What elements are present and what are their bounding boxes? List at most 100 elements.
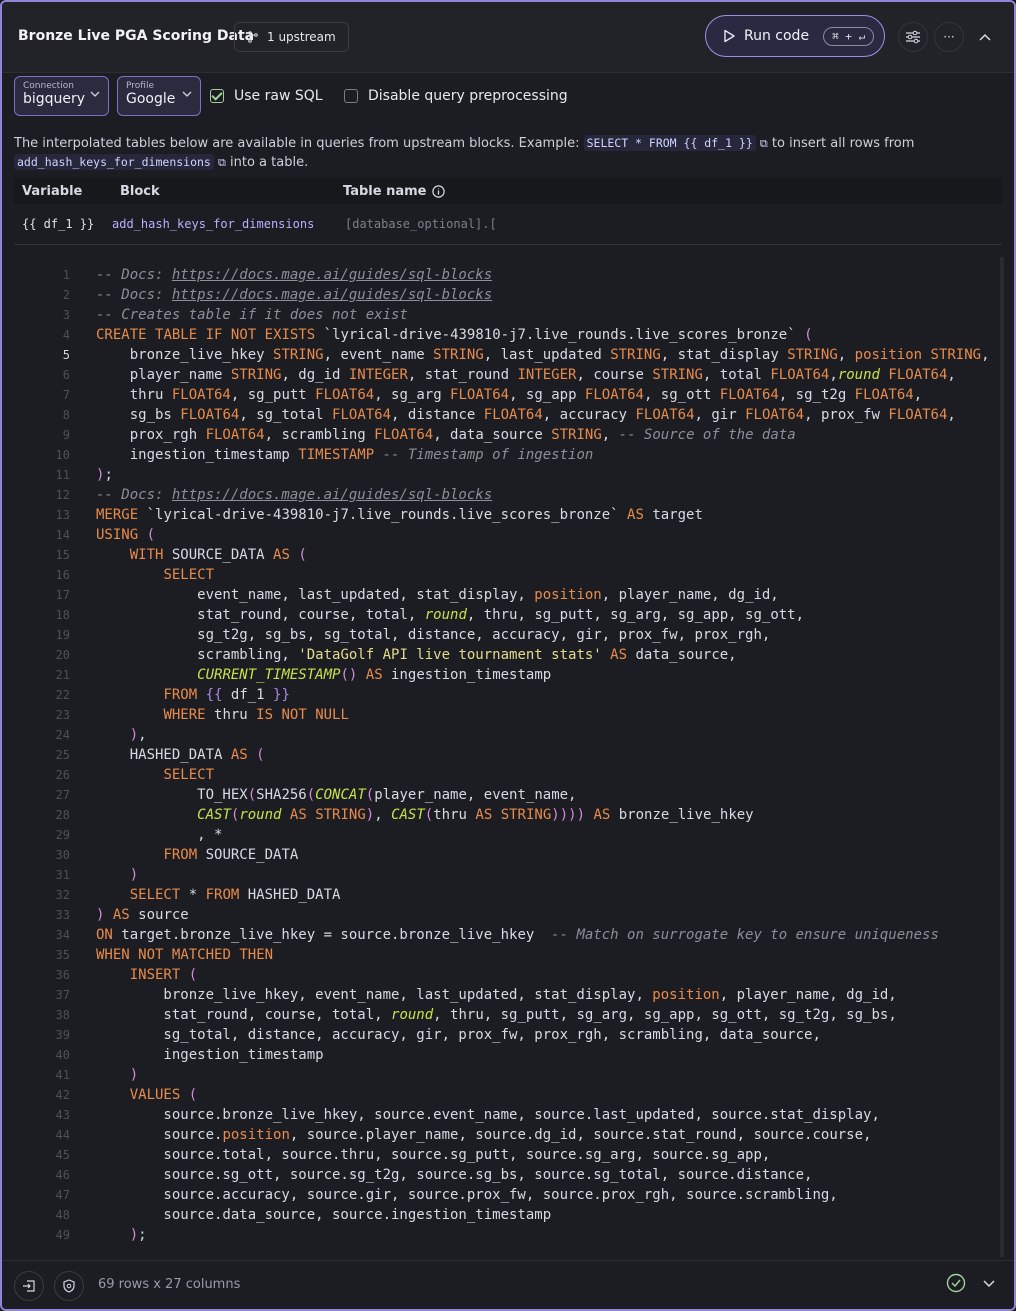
code-text: event_name, last_updated, stat_display, … [96,587,779,603]
exit-button[interactable] [14,1271,44,1301]
code-line[interactable]: 37 bronze_live_hkey, event_name, last_up… [14,985,1006,1005]
run-code-button[interactable]: Run code ⌘ + ↵ [705,15,885,57]
table-row: {{ df_1 }} add_hash_keys_for_dimensions … [14,204,1002,245]
code-text: source.data_source, source.ingestion_tim… [96,1207,552,1223]
code-line[interactable]: 18 stat_round, course, total, round, thr… [14,605,1006,625]
code-line[interactable]: 9 prox_rgh FLOAT64, scrambling FLOAT64, … [14,425,1006,445]
code-line[interactable]: 25 HASHED_DATA AS ( [14,745,1006,765]
code-line[interactable]: 16 SELECT [14,565,1006,585]
code-text: prox_rgh FLOAT64, scrambling FLOAT64, da… [96,427,796,443]
code-line[interactable]: 6 player_name STRING, dg_id INTEGER, sta… [14,365,1006,385]
run-shortcut: ⌘ + ↵ [823,26,875,46]
profile-select[interactable]: Profile Google [117,76,201,116]
copy-icon[interactable]: ⧉ [760,137,768,150]
code-line[interactable]: 24 ), [14,725,1006,745]
line-number: 45 [55,1148,70,1162]
code-line[interactable]: 46 source.sg_ott, source.sg_t2g, source.… [14,1165,1006,1185]
collapse-button[interactable] [970,22,1000,52]
row-table-name-input[interactable]: [database_optional].[ [345,217,497,231]
line-number: 25 [55,748,70,762]
code-line[interactable]: 44 source.position, source.player_name, … [14,1125,1006,1145]
code-line[interactable]: 17 event_name, last_updated, stat_displa… [14,585,1006,605]
column-header-variable: Variable [22,183,83,199]
connection-select[interactable]: Connection bigquery [14,76,109,116]
chevron-down-icon[interactable] [982,1279,996,1288]
code-line[interactable]: 10 ingestion_timestamp TIMESTAMP -- Time… [14,445,1006,465]
info-icon[interactable] [432,184,446,198]
code-line[interactable]: 36 INSERT ( [14,965,1006,985]
code-line[interactable]: 22 FROM {{ df_1 }} [14,685,1006,705]
code-line[interactable]: 23 WHERE thru IS NOT NULL [14,705,1006,725]
code-line[interactable]: 33) AS source [14,905,1006,925]
more-button[interactable]: ··· [934,22,964,52]
code-line[interactable]: 34 ON target.bronze_live_hkey = source.br… [14,925,1006,945]
code-line[interactable]: 43 source.bronze_live_hkey, source.event… [14,1105,1006,1125]
code-line[interactable]: 11); [14,465,1006,485]
code-line[interactable]: 48 source.data_source, source.ingestion_… [14,1205,1006,1225]
code-line[interactable]: 5 bronze_live_hkey STRING, event_name ST… [14,345,1006,365]
line-number: 46 [55,1168,70,1182]
code-line[interactable]: 8 sg_bs FLOAT64, sg_total FLOAT64, dista… [14,405,1006,425]
code-line[interactable]: 38 stat_round, course, total, round, thr… [14,1005,1006,1025]
code-text: TO_HEX(SHA256(CONCAT(player_name, event_… [96,787,577,803]
line-number: 17 [55,588,70,602]
sql-editor[interactable]: 1 -- Docs: https://docs.mage.ai/guides/sq… [14,255,1006,1245]
shield-button[interactable] [54,1271,84,1301]
editor-scrollbar[interactable] [1000,257,1004,1257]
code-line[interactable]: 49 ); [14,1225,1006,1245]
line-number: 22 [55,688,70,702]
code-line[interactable]: 4 CREATE TABLE IF NOT EXISTS `lyrical-dri… [14,325,1006,345]
code-line[interactable]: 47 source.accuracy, source.gir, source.p… [14,1185,1006,1205]
row-block-link[interactable]: add_hash_keys_for_dimensions [112,217,345,231]
info-text-before: The interpolated tables below are availa… [14,136,580,151]
code-line[interactable]: 42 VALUES ( [14,1085,1006,1105]
code-text: -- Creates table if it does not exist [96,307,408,323]
code-line[interactable]: 7 thru FLOAT64, sg_putt FLOAT64, sg_arg … [14,385,1006,405]
code-line[interactable]: 30 FROM SOURCE_DATA [14,845,1006,865]
code-line[interactable]: 13 MERGE `lyrical-drive-439810-j7.live_ro… [14,505,1006,525]
code-line[interactable]: 12 -- Docs: https://docs.mage.ai/guides/s… [14,485,1006,505]
sliders-icon [906,30,920,44]
code-line[interactable]: 31 ) [14,865,1006,885]
code-text: sg_bs FLOAT64, sg_total FLOAT64, distanc… [96,407,956,423]
code-line[interactable]: 2 -- Docs: https://docs.mage.ai/guides/sq… [14,285,1006,305]
upstream-button[interactable]: 1 upstream [234,22,349,52]
code-line[interactable]: 14 USING ( [14,525,1006,545]
copy-icon[interactable]: ⧉ [218,156,226,169]
raw-sql-checkbox[interactable] [210,89,224,103]
code-line[interactable]: 45 source.total, source.thru, source.sg_… [14,1145,1006,1165]
code-text: VALUES ( [129,1087,198,1103]
more-icon: ··· [943,30,955,44]
line-number: 2 [62,288,70,302]
code-line[interactable]: 40 ingestion_timestamp [14,1045,1006,1065]
code-line[interactable]: 29 , * [14,825,1006,845]
code-line[interactable]: 15 WITH SOURCE_DATA AS ( [14,545,1006,565]
settings-button[interactable] [898,22,928,52]
line-number: 26 [55,768,70,782]
code-text: bronze_live_hkey STRING, event_name STRI… [96,347,990,363]
code-line[interactable]: 3 -- Creates table if it does not exist [14,305,1006,325]
code-line[interactable]: 27 TO_HEX(SHA256(CONCAT(player_name, eve… [14,785,1006,805]
line-number: 36 [55,968,70,982]
code-line[interactable]: 19 sg_t2g, sg_bs, sg_total, distance, ac… [14,625,1006,645]
code-line[interactable]: 26 SELECT [14,765,1006,785]
code-line[interactable]: 21 CURRENT_TIMESTAMP() AS ingestion_time… [14,665,1006,685]
code-text: ON target.bronze_live_hkey = source.bron… [96,927,939,943]
code-line[interactable]: 35 WHEN NOT MATCHED THEN [14,945,1006,965]
interpolation-table: Variable Block Table name {{ df_1 }} add… [14,178,1002,245]
code-text: ) [129,867,139,883]
code-text: WHERE thru IS NOT NULL [163,707,349,723]
shield-icon [63,1279,75,1293]
code-line[interactable]: 39 sg_total, distance, accuracy, gir, pr… [14,1025,1006,1045]
code-text: sg_t2g, sg_bs, sg_total, distance, accur… [96,627,771,643]
chevron-down-icon [90,91,100,97]
code-line[interactable]: 41 ) [14,1065,1006,1085]
code-text: SELECT [163,767,215,783]
code-line[interactable]: 28 CAST(round AS STRING), CAST(thru AS S… [14,805,1006,825]
disable-preprocessing-checkbox[interactable] [344,89,358,103]
code-line[interactable]: 32 SELECT * FROM HASHED_DATA [14,885,1006,905]
line-number: 37 [55,988,70,1002]
code-line[interactable]: 20 scrambling, 'DataGolf API live tourna… [14,645,1006,665]
code-text: source.accuracy, source.gir, source.prox… [96,1187,838,1203]
code-line[interactable]: 1 -- Docs: https://docs.mage.ai/guides/sq… [14,265,1006,285]
